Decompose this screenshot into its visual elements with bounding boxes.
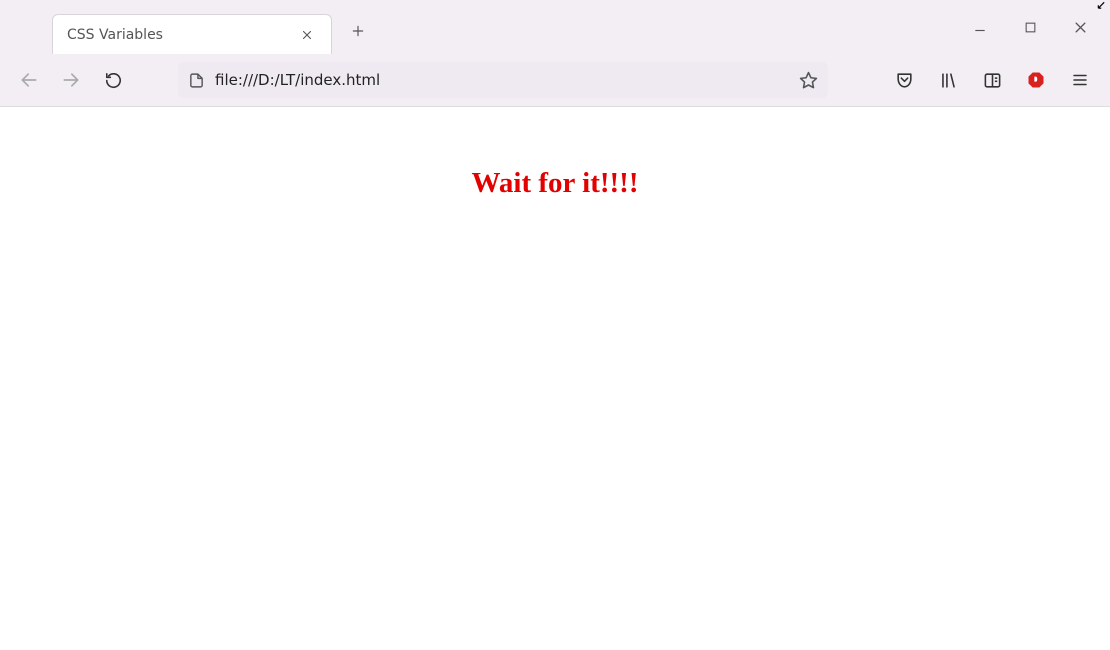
window-controls (968, 0, 1106, 54)
forward-button[interactable] (54, 63, 88, 97)
browser-chrome: CSS Variables (0, 0, 1110, 107)
tab-title: CSS Variables (67, 27, 297, 43)
back-button[interactable] (12, 63, 46, 97)
reload-button[interactable] (96, 63, 130, 97)
address-bar[interactable]: file:///D:/LT/index.html (178, 62, 828, 98)
url-text: file:///D:/LT/index.html (215, 71, 789, 89)
toolbar: file:///D:/LT/index.html (0, 54, 1110, 106)
sidebar-icon[interactable] (980, 68, 1004, 92)
new-tab-button[interactable] (342, 15, 374, 47)
pocket-icon[interactable] (892, 68, 916, 92)
tab-strip: CSS Variables (0, 0, 1110, 54)
maximize-button[interactable] (1018, 15, 1042, 39)
page-heading: Wait for it!!!! (0, 167, 1110, 200)
menu-icon[interactable] (1068, 68, 1092, 92)
toolbar-right (892, 68, 1098, 92)
close-icon[interactable] (297, 25, 317, 45)
page-icon (188, 72, 205, 89)
library-icon[interactable] (936, 68, 960, 92)
extension-shield-icon[interactable] (1024, 68, 1048, 92)
close-window-button[interactable] (1068, 15, 1092, 39)
bookmark-star-icon[interactable] (799, 71, 818, 90)
browser-tab[interactable]: CSS Variables (52, 14, 332, 54)
page-content: Wait for it!!!! (0, 107, 1110, 200)
minimize-button[interactable] (968, 15, 992, 39)
